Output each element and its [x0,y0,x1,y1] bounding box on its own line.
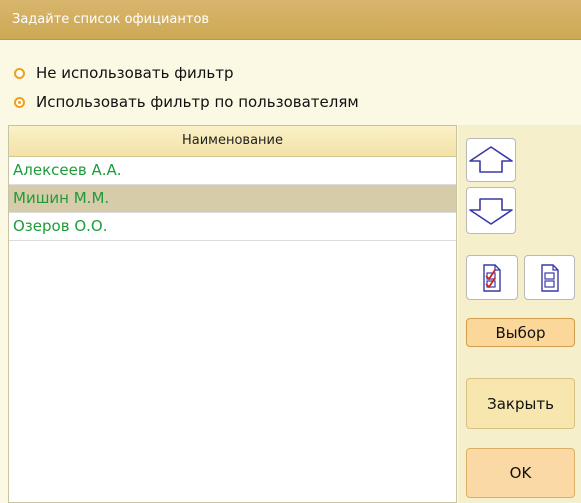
list-item-selected[interactable]: Мишин М.М. [9,185,456,213]
column-header-name[interactable]: Наименование [9,126,456,157]
radio-no-filter-label: Не использовать фильтр [36,64,234,82]
dialog-title-bar: Задайте список официантов [0,0,581,40]
select-all-button[interactable] [466,255,518,300]
radio-button-use-filter[interactable] [14,96,25,108]
move-up-button[interactable] [466,138,516,182]
close-button[interactable]: Закрыть [466,378,575,429]
checklist-unchecked-icon [540,263,559,292]
list-item[interactable]: Озеров О.О. [9,213,456,241]
radio-button-no-filter[interactable] [14,67,25,79]
list-item[interactable]: Алексеев А.А. [9,157,456,185]
ok-button[interactable]: OK [466,448,575,498]
choose-button[interactable]: Выбор [466,318,575,347]
radio-use-filter-label: Использовать фильтр по пользователям [36,93,359,111]
dialog-title: Задайте список официантов [12,12,210,27]
move-down-button[interactable] [466,187,516,234]
checklist-checked-icon [483,263,501,292]
arrow-down-icon [469,197,513,225]
clear-all-button[interactable] [524,255,575,300]
radio-use-filter[interactable]: Использовать фильтр по пользователям [14,91,359,113]
radio-no-filter[interactable]: Не использовать фильтр [14,62,233,84]
side-button-panel: Выбор Закрыть OK [458,125,581,503]
arrow-up-icon [469,146,513,173]
waiters-list[interactable]: Наименование Алексеев А.А. Мишин М.М. Оз… [8,125,457,503]
